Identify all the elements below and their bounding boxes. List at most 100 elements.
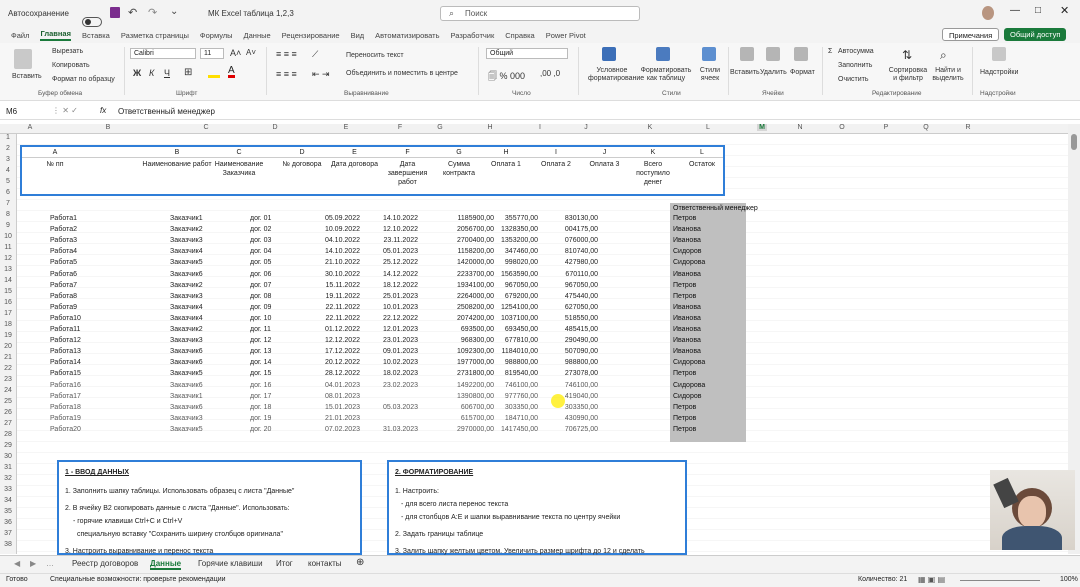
table-cell[interactable]: 998020,00 — [494, 257, 538, 268]
row-header[interactable]: 19 — [0, 332, 16, 339]
table-cell[interactable]: дог. 13 — [250, 346, 271, 357]
row-header[interactable]: 26 — [0, 409, 16, 416]
tab-automate[interactable]: Автоматизировать — [375, 31, 439, 40]
responsible-cell[interactable]: Сидорова — [673, 257, 705, 268]
formula-controls-icon[interactable]: ⋮ ✕ ✓ — [52, 106, 78, 115]
table-cell[interactable]: 05.01.2023 — [374, 246, 418, 257]
responsible-cell[interactable]: Иванова — [673, 324, 701, 335]
table-cell[interactable]: Заказчик6 — [170, 346, 203, 357]
table-cell[interactable]: 2074200,00 — [450, 313, 494, 324]
table-cell[interactable]: Заказчик1 — [170, 213, 203, 224]
prev-sheet-icon[interactable]: ◀ — [14, 559, 20, 568]
responsible-cell[interactable]: Иванова — [673, 269, 701, 280]
table-cell[interactable]: Работа19 — [50, 413, 81, 424]
table-cell[interactable]: 967050,00 — [494, 280, 538, 291]
row-header[interactable]: 22 — [0, 365, 16, 372]
table-cell[interactable]: 004175,00 — [554, 224, 598, 235]
table-cell[interactable]: 2264000,00 — [450, 291, 494, 302]
table-cell[interactable]: 1492200,00 — [450, 380, 494, 391]
column-header[interactable]: C — [201, 124, 211, 131]
responsible-cell[interactable]: Сидоров — [673, 391, 701, 402]
row-header[interactable]: 16 — [0, 299, 16, 306]
table-cell[interactable]: 810740,00 — [554, 246, 598, 257]
table-cell[interactable]: 10.02.2023 — [374, 357, 418, 368]
paste-button[interactable]: Вставить — [12, 73, 42, 80]
row-header[interactable]: 18 — [0, 321, 16, 328]
cell-styles-icon[interactable] — [702, 47, 716, 61]
more-sheets-icon[interactable]: … — [46, 559, 54, 568]
format-as-table-button[interactable]: Форматировать как таблицу — [640, 67, 692, 83]
responsible-cell[interactable]: Иванова — [673, 302, 701, 313]
file-name[interactable]: МК Excel таблица 1,2,3 — [208, 9, 294, 18]
table-cell[interactable]: Работа7 — [50, 280, 77, 291]
shrink-font-icon[interactable]: A˅ — [246, 48, 256, 57]
table-cell[interactable]: 977760,00 — [494, 391, 538, 402]
table-cell[interactable]: 22.11.2022 — [316, 313, 360, 324]
table-cell[interactable]: Заказчик6 — [170, 402, 203, 413]
borders-icon[interactable]: ⊞ — [184, 67, 192, 78]
cut-button[interactable]: Вырезать — [52, 48, 83, 55]
tab-data[interactable]: Данные — [244, 31, 271, 40]
sort-filter-icon[interactable]: ⇅ — [902, 48, 912, 62]
table-cell[interactable]: 677810,00 — [494, 335, 538, 346]
table-cell[interactable]: Заказчик3 — [170, 291, 203, 302]
conditional-format-icon[interactable] — [602, 47, 616, 61]
number-format-select[interactable]: Общий — [486, 48, 568, 59]
table-cell[interactable]: 485415,00 — [554, 324, 598, 335]
table-cell[interactable]: 1353200,00 — [494, 235, 538, 246]
table-cell[interactable]: 05.09.2022 — [316, 213, 360, 224]
table-cell[interactable]: 988800,00 — [494, 357, 538, 368]
table-cell[interactable]: Заказчик2 — [170, 280, 203, 291]
table-cell[interactable]: 1977000,00 — [450, 357, 494, 368]
table-cell[interactable]: 1185900,00 — [450, 213, 494, 224]
sheet-tab-active[interactable]: Данные — [150, 559, 182, 570]
table-cell[interactable]: дог. 16 — [250, 380, 271, 391]
table-cell[interactable]: 1563590,00 — [494, 269, 538, 280]
table-cell[interactable]: дог. 20 — [250, 424, 271, 435]
column-header[interactable]: R — [963, 124, 973, 131]
add-sheet-icon[interactable]: ⊕ — [356, 557, 364, 568]
minimize-icon[interactable]: — — [1010, 5, 1020, 16]
table-cell[interactable]: 14.10.2022 — [374, 213, 418, 224]
table-cell[interactable]: Работа8 — [50, 291, 77, 302]
zoom-slider[interactable] — [960, 580, 1040, 581]
table-cell[interactable]: 670110,00 — [554, 269, 598, 280]
align-left-icon[interactable]: ≡ ≡ ≡ — [276, 69, 297, 79]
table-cell[interactable]: дог. 11 — [250, 324, 271, 335]
table-cell[interactable]: дог. 19 — [250, 413, 271, 424]
table-cell[interactable]: 1037100,00 — [494, 313, 538, 324]
column-header[interactable]: I — [535, 124, 545, 131]
undo-icon[interactable]: ↶ — [128, 6, 137, 19]
table-cell[interactable]: 290490,00 — [554, 335, 598, 346]
table-cell[interactable]: 28.12.2022 — [316, 368, 360, 379]
table-cell[interactable]: 30.10.2022 — [316, 269, 360, 280]
table-cell[interactable]: Заказчик1 — [170, 391, 203, 402]
table-cell[interactable]: 2700400,00 — [450, 235, 494, 246]
column-header[interactable]: P — [881, 124, 891, 131]
table-cell[interactable]: 615700,00 — [450, 413, 494, 424]
column-header[interactable]: E — [341, 124, 351, 131]
align-top-icon[interactable]: ≡ ≡ ≡ — [276, 49, 297, 59]
sort-filter-button[interactable]: Сортировка и фильтр — [888, 67, 928, 83]
row-header[interactable]: 34 — [0, 497, 16, 504]
responsible-cell[interactable]: Петров — [673, 413, 696, 424]
responsible-cell[interactable]: Иванова — [673, 346, 701, 357]
table-cell[interactable]: Работа18 — [50, 402, 81, 413]
table-cell[interactable]: Работа3 — [50, 235, 77, 246]
indent-icon[interactable]: ⇤ ⇥ — [312, 69, 330, 80]
table-cell[interactable]: 303350,00 — [494, 402, 538, 413]
redo-icon[interactable]: ↷ — [148, 6, 157, 19]
row-header[interactable]: 17 — [0, 310, 16, 317]
row-header[interactable]: 8 — [0, 211, 16, 218]
tab-power-pivot[interactable]: Power Pivot — [546, 31, 586, 40]
table-cell[interactable]: 693450,00 — [494, 324, 538, 335]
zoom-level[interactable]: 100% — [1060, 576, 1078, 583]
table-cell[interactable]: дог. 14 — [250, 357, 271, 368]
table-cell[interactable]: Работа12 — [50, 335, 81, 346]
autosave-toggle[interactable] — [82, 16, 102, 27]
insert-cells-button[interactable]: Вставить — [730, 69, 760, 76]
tab-home[interactable]: Главная — [40, 29, 71, 41]
table-cell[interactable]: Работа9 — [50, 302, 77, 313]
table-cell[interactable]: дог. 17 — [250, 391, 271, 402]
cell-styles-button[interactable]: Стили ячеек — [696, 67, 724, 83]
